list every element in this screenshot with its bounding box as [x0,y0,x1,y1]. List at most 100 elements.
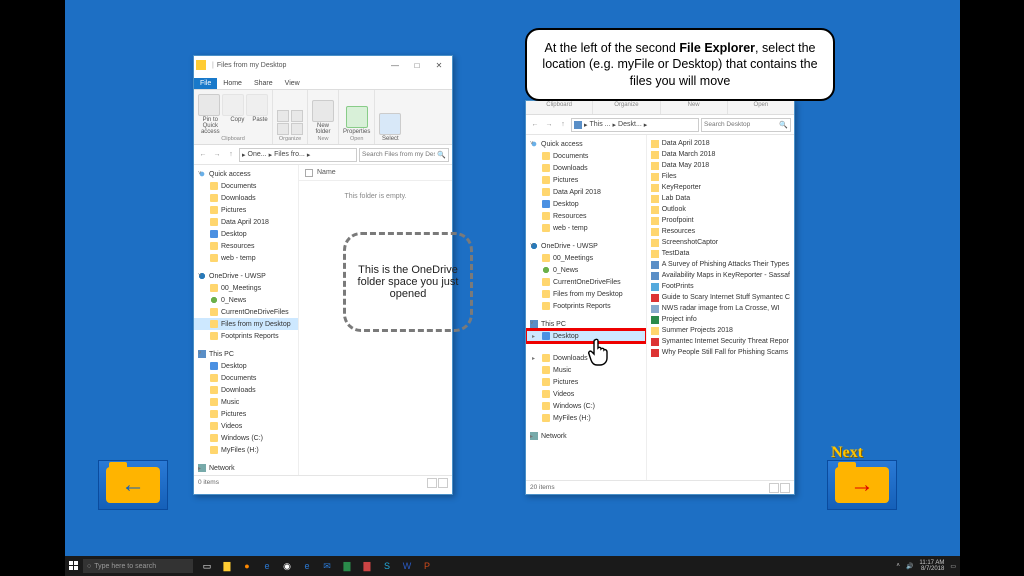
up-button[interactable]: ↑ [557,119,569,131]
task-view-icon[interactable]: ▭ [201,560,213,572]
tree-item[interactable]: Files from my Desktop [194,318,298,330]
search-input[interactable] [362,151,435,158]
taskbar-clock[interactable]: 11:17 AM 8/7/2018 [919,560,944,572]
tree-item[interactable]: Desktop [194,360,298,372]
tab-home[interactable]: Home [217,78,248,89]
outlook-icon[interactable]: ✉ [321,560,333,572]
tree-item[interactable]: Footprints Reports [194,330,298,342]
list-item[interactable]: Lab Data [651,193,790,204]
tree-item[interactable]: Desktop [194,228,298,240]
tree-item[interactable]: Windows (C:) [526,400,646,412]
tree-item[interactable]: Documents [194,372,298,384]
tree-item[interactable]: ˅OneDrive - UWSP [526,240,646,252]
list-item[interactable]: Summer Projects 2018 [651,325,790,336]
tree-item[interactable]: Files from my Desktop [526,288,646,300]
tree-item[interactable]: ˅Quick access [194,168,298,180]
list-item[interactable]: FootPrints [651,281,790,292]
tab-file[interactable]: File [194,78,217,89]
copy-to-icon[interactable] [291,110,303,122]
close-button[interactable]: ✕ [428,57,450,73]
tree-item[interactable]: Music [194,396,298,408]
tree-item[interactable]: ▸Desktop [526,330,646,342]
tree-item[interactable]: Pictures [526,174,646,186]
breadcrumb[interactable]: ▸One...▸ Files fro...▸ [239,148,357,162]
tree-item[interactable]: Data April 2018 [526,186,646,198]
file-list[interactable]: Data April 2018Data March 2018Data May 2… [647,135,794,480]
tree-item[interactable]: ˅OneDrive - UWSP [194,270,298,282]
column-header[interactable]: Name [299,165,452,181]
list-item[interactable]: Proofpoint [651,215,790,226]
list-item[interactable]: Data May 2018 [651,160,790,171]
tree-item[interactable]: Pictures [526,376,646,388]
icons-view-button[interactable] [438,478,448,488]
tree-item[interactable]: ▸Network [194,462,298,474]
tree-item[interactable]: CurrentOneDriveFiles [526,276,646,288]
tree-item[interactable]: 0_News [194,294,298,306]
up-button[interactable]: ↑ [225,149,237,161]
search-box[interactable]: 🔍 [359,148,449,162]
nav-tree[interactable]: ˅Quick accessDocumentsDownloadsPicturesD… [526,135,647,480]
details-view-button[interactable] [427,478,437,488]
tree-item[interactable]: Pictures [194,204,298,216]
volume-icon[interactable]: 🔊 [906,563,913,570]
tree-item[interactable]: MyFiles (H:) [194,444,298,456]
delete-icon[interactable] [277,123,289,135]
taskbar[interactable]: ○ Type here to search ▭ ▇ ● e ◉ e ✉ ▇ ▇ … [65,556,960,576]
tree-item[interactable]: Footprints Reports [526,300,646,312]
list-item[interactable]: Why People Still Fall for Phishing Scams [651,347,790,358]
tree-item[interactable]: CurrentOneDriveFiles [194,306,298,318]
powerpoint-icon[interactable]: P [421,560,433,572]
icons-view-button[interactable] [780,483,790,493]
tree-item[interactable]: web - temp [526,222,646,234]
start-button[interactable] [67,559,81,573]
prev-slide-button[interactable]: ← [98,460,168,510]
notifications-icon[interactable]: ▭ [950,563,956,570]
tab-share[interactable]: Share [248,78,279,89]
nav-tree[interactable]: ˅Quick accessDocumentsDownloadsPicturesD… [194,165,299,475]
new-folder-icon[interactable] [312,100,334,122]
tree-item[interactable]: 00_Meetings [194,282,298,294]
select-icon[interactable] [379,113,401,135]
tree-item[interactable]: Downloads [526,162,646,174]
list-item[interactable]: Outlook [651,204,790,215]
tray-up-icon[interactable]: ˄ [896,563,900,569]
minimize-button[interactable]: — [384,57,406,73]
select-all-checkbox[interactable] [305,169,313,177]
tree-item[interactable]: 00_Meetings [526,252,646,264]
tree-item[interactable]: Documents [194,180,298,192]
tree-item[interactable]: 0_News [526,264,646,276]
edge-icon[interactable]: e [261,560,273,572]
list-item[interactable]: Data April 2018 [651,138,790,149]
maximize-button[interactable]: □ [406,57,428,73]
list-item[interactable]: Symantec Internet Security Threat Repor [651,336,790,347]
tree-item[interactable]: Videos [194,420,298,432]
tree-item[interactable]: Windows (C:) [194,432,298,444]
tree-item[interactable]: ˅Quick access [526,138,646,150]
list-item[interactable]: Resources [651,226,790,237]
copy-icon[interactable] [222,94,244,116]
tree-item[interactable]: Downloads [194,192,298,204]
pin-icon[interactable] [198,94,220,116]
tree-item[interactable]: Documents [526,150,646,162]
list-item[interactable]: Files [651,171,790,182]
list-item[interactable]: Project info [651,314,790,325]
back-button[interactable]: ← [197,149,209,161]
ie-icon[interactable]: e [301,560,313,572]
tree-item[interactable]: Data April 2018 [194,216,298,228]
move-icon[interactable] [277,110,289,122]
tree-item[interactable]: Resources [526,210,646,222]
list-item[interactable]: KeyReporter [651,182,790,193]
forward-button[interactable]: → [211,149,223,161]
search-box[interactable]: 🔍 [701,118,791,132]
tab-view[interactable]: View [279,78,306,89]
list-item[interactable]: NWS radar image from La Crosse, WI [651,303,790,314]
tree-item[interactable]: Downloads [194,384,298,396]
back-button[interactable]: ← [529,119,541,131]
tree-item[interactable]: ▸Downloads [526,352,646,364]
tree-item[interactable]: ▸Network [526,430,646,442]
taskbar-search[interactable]: ○ Type here to search [83,559,193,573]
paste-icon[interactable] [246,94,268,116]
tree-item[interactable]: ˅This PC [526,318,646,330]
tree-item[interactable]: Music [526,364,646,376]
excel-icon[interactable]: ▇ [341,560,353,572]
